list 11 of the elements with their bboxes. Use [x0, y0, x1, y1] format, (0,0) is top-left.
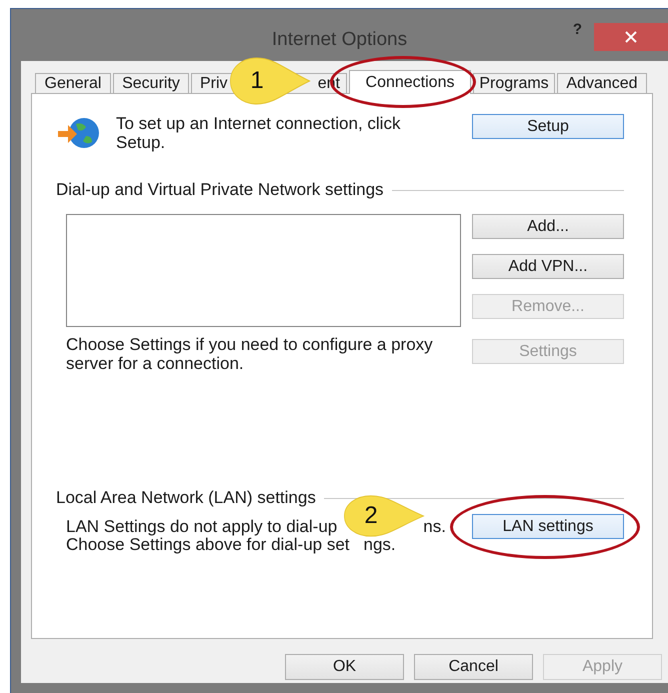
- lan-note-text: Choose Settings above for dial-up set: [66, 536, 350, 554]
- section-heading: Local Area Network (LAN) settings: [56, 488, 316, 508]
- section-heading: Dial-up and Virtual Private Network settings: [56, 180, 384, 200]
- lan-note-text: ns.: [423, 518, 446, 536]
- step-number-tooltip: 1: [229, 56, 311, 106]
- proxy-note: Choose Settings if you need to configure a proxy server for a connection.: [66, 335, 434, 373]
- lan-note-text: ngs.: [364, 536, 396, 554]
- window-title: Internet Options: [272, 28, 408, 51]
- setup-instruction: To set up an Internet connection, click Setup.: [116, 114, 402, 152]
- step-number-tooltip: 2: [343, 494, 425, 538]
- lan-note-text: LAN Settings do not apply to dial-up: [66, 518, 338, 536]
